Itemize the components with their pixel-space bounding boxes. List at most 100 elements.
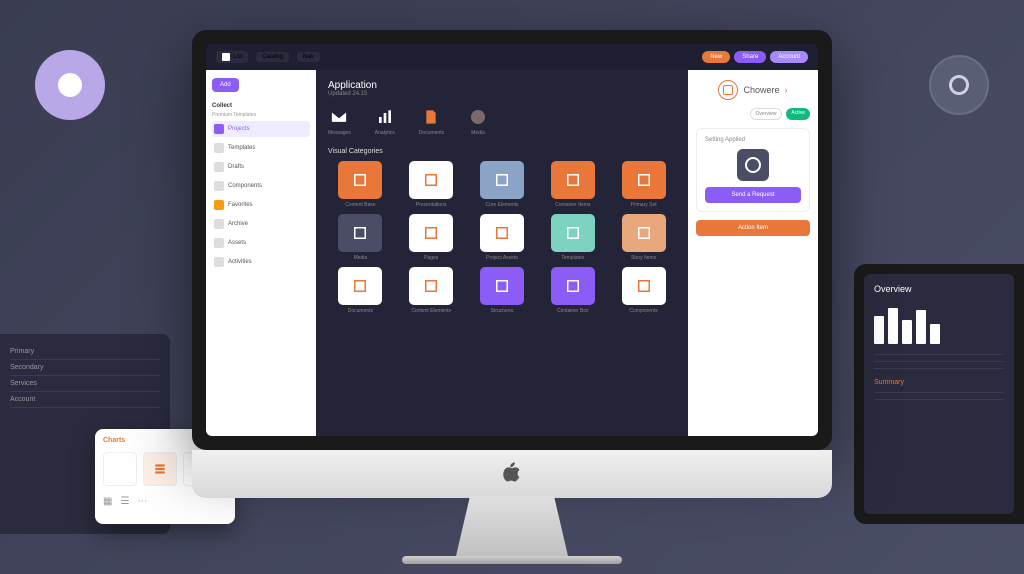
topbar-badge[interactable]: Nav — [297, 52, 320, 62]
tile-thumbnail — [480, 161, 524, 199]
topbar-badge[interactable]: List — [216, 51, 248, 63]
tab-analytics[interactable]: Analytics — [375, 107, 395, 136]
template-icon — [214, 143, 224, 153]
tile-thumbnail — [480, 267, 524, 305]
category-tile[interactable]: Documents — [328, 267, 393, 314]
panel-row: Services — [10, 376, 160, 392]
sidebar-item-assets[interactable]: Assets — [212, 235, 310, 251]
category-tile[interactable]: Story Items — [611, 214, 676, 261]
grid-icon[interactable]: ▦ — [103, 496, 112, 507]
category-tile[interactable]: Structures — [470, 267, 535, 314]
topbar-new-button[interactable]: New — [702, 51, 730, 63]
tab-messages[interactable]: Messages — [328, 107, 351, 136]
sidebar-item-templates[interactable]: Templates — [212, 140, 310, 156]
tile-thumbnail — [622, 214, 666, 252]
action-button[interactable]: Action Item — [696, 220, 810, 236]
sidebar-item-favorites[interactable]: Favorites — [212, 197, 310, 213]
category-tile[interactable]: Content Elements — [399, 267, 464, 314]
tile-thumbnail — [409, 214, 453, 252]
float-thumb[interactable] — [143, 452, 177, 486]
tile-thumbnail — [551, 161, 595, 199]
sidebar-section-header: Collect — [212, 103, 310, 109]
topbar-account-button[interactable]: Account — [770, 51, 808, 63]
component-icon — [214, 181, 224, 191]
request-button[interactable]: Send a Request — [705, 187, 801, 203]
category-tile[interactable]: Media — [328, 214, 393, 261]
topbar-badge[interactable]: Catalog — [256, 52, 289, 62]
decorative-circle-right — [929, 55, 989, 115]
document-icon — [421, 107, 441, 127]
section-header: Visual Categories — [328, 148, 676, 155]
star-icon — [214, 200, 224, 210]
tile-label: Pages — [424, 255, 438, 261]
envelope-icon — [329, 107, 349, 127]
category-tile[interactable]: Content Base — [328, 161, 393, 208]
page-title: Application — [328, 80, 377, 91]
tile-thumbnail — [338, 214, 382, 252]
category-tile[interactable]: Primary Set — [611, 161, 676, 208]
sidebar-item-projects[interactable]: Projects — [212, 121, 310, 137]
archive-icon — [214, 219, 224, 229]
category-tile[interactable]: Templates — [540, 214, 605, 261]
tile-label: Presentations — [416, 202, 447, 208]
tile-thumbnail — [622, 161, 666, 199]
sidebar-item-label: Templates — [228, 145, 255, 151]
activity-icon — [214, 257, 224, 267]
asset-icon — [214, 238, 224, 248]
category-tile[interactable]: Project Assets — [470, 214, 535, 261]
sidebar-item-label: Activities — [228, 259, 252, 265]
sidebar-item-drafts[interactable]: Drafts — [212, 159, 310, 175]
tile-label: Primary Set — [631, 202, 657, 208]
tile-label: Story Items — [631, 255, 656, 261]
page-subtitle: Updated 24.15 — [328, 91, 377, 97]
chip-overview[interactable]: Overview — [750, 108, 783, 120]
tile-label: Container Box — [557, 308, 589, 314]
dots-icon[interactable]: ⋯ — [137, 496, 147, 507]
panel-row: Secondary — [10, 360, 160, 376]
tile-thumbnail — [551, 214, 595, 252]
list-icon[interactable]: ☰ — [120, 496, 129, 507]
sidebar-add-button[interactable]: Add — [212, 78, 239, 92]
brand-icon — [718, 80, 738, 100]
topbar: List Catalog Nav New Share Account — [206, 44, 818, 70]
tile-thumbnail — [622, 267, 666, 305]
tab-media[interactable]: Media — [468, 107, 488, 136]
panel-row: Account — [10, 392, 160, 408]
apple-logo-icon — [502, 462, 522, 486]
sidebar-right: Chowere › Overview Active Setting Applie… — [688, 70, 818, 436]
tablet-title: Overview — [874, 284, 1004, 294]
tile-thumbnail — [480, 214, 524, 252]
sidebar-item-components[interactable]: Components — [212, 178, 310, 194]
sidebar-item-activities[interactable]: Activities — [212, 254, 310, 270]
category-tile[interactable]: Presentations — [399, 161, 464, 208]
category-tile[interactable]: Core Elements — [470, 161, 535, 208]
category-tile[interactable]: Components — [611, 267, 676, 314]
tile-label: Content Base — [345, 202, 375, 208]
bar-chart-icon — [375, 107, 395, 127]
category-tile[interactable]: Container Items — [540, 161, 605, 208]
tile-thumbnail — [551, 267, 595, 305]
float-thumb[interactable] — [103, 452, 137, 486]
tile-thumbnail — [338, 267, 382, 305]
chip-active[interactable]: Active — [786, 108, 810, 120]
sidebar-item-label: Components — [228, 183, 262, 189]
topbar-share-button[interactable]: Share — [734, 51, 766, 63]
tile-label: Project Assets — [486, 255, 518, 261]
tab-documents[interactable]: Documents — [419, 107, 444, 136]
category-tile[interactable]: Pages — [399, 214, 464, 261]
tablet-footer: Summary — [874, 379, 1004, 386]
tile-label: Content Elements — [411, 308, 451, 314]
card-title: Setting Applied — [705, 137, 745, 143]
sidebar-item-archive[interactable]: Archive — [212, 216, 310, 232]
settings-card: Setting Applied Send a Request — [696, 128, 810, 212]
record-icon — [737, 149, 769, 181]
tile-label: Components — [629, 308, 657, 314]
sidebar-item-label: Favorites — [228, 202, 253, 208]
sidebar-left: Add Collect Premium Templates Projects T… — [206, 70, 316, 436]
sidebar-item-label: Projects — [228, 126, 250, 132]
sidebar-item-label: Archive — [228, 221, 248, 227]
brand-logo: Chowere › — [696, 80, 810, 100]
category-tile[interactable]: Container Box — [540, 267, 605, 314]
tile-label: Media — [354, 255, 368, 261]
folder-icon — [214, 124, 224, 134]
